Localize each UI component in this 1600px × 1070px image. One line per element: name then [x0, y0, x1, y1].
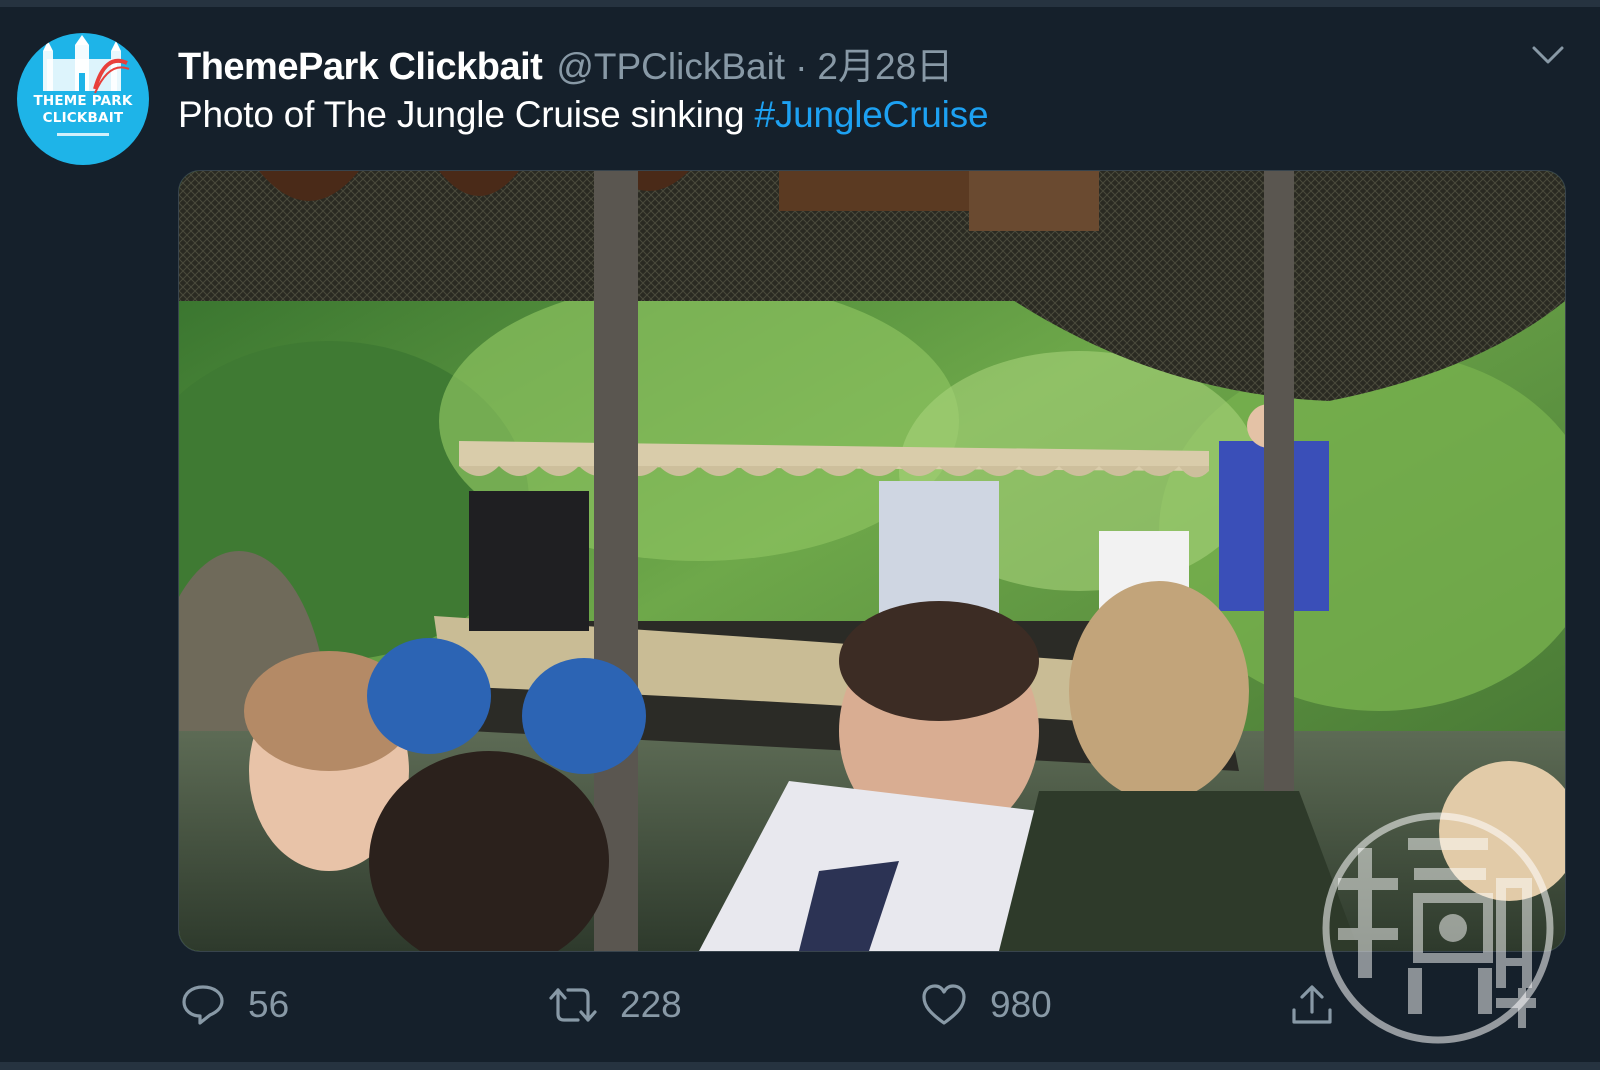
mirror-media-watermark-logo [1318, 808, 1558, 1048]
like-count: 980 [990, 984, 1052, 1025]
reply-count: 56 [248, 984, 290, 1025]
retweet-button[interactable]: 228 [548, 970, 682, 1040]
tweet-date[interactable]: 2月28日 [817, 36, 953, 90]
retweet-icon [549, 988, 597, 1022]
hashtag-link[interactable]: #JungleCruise [754, 94, 988, 135]
avatar[interactable]: THEME PARK CLICKBAIT [17, 33, 149, 165]
like-icon [922, 984, 966, 1025]
separator-dot: · [795, 46, 808, 87]
tweet-header: ThemePark Clickbait @TPClickBait · 2月28日 [178, 36, 953, 89]
retweet-count: 228 [620, 984, 682, 1025]
reply-icon [182, 985, 224, 1025]
avatar-label-line2: CLICKBAIT [42, 110, 124, 126]
like-button[interactable]: 980 [920, 970, 1052, 1040]
display-name[interactable]: ThemePark Clickbait [178, 46, 543, 89]
user-handle[interactable]: @TPClickBait [556, 46, 785, 88]
avatar-label-line1: THEME PARK [33, 93, 133, 109]
chevron-down-icon[interactable] [1528, 40, 1568, 70]
bottom-divider [0, 1062, 1600, 1070]
reply-button[interactable]: 56 [180, 970, 289, 1040]
tweet-body: Photo of The Jungle Cruise sinking [178, 94, 755, 135]
tweet-card[interactable]: THEME PARK CLICKBAIT ThemePark Clickbait… [0, 0, 1600, 1070]
tweet-text: Photo of The Jungle Cruise sinking #Jung… [178, 94, 989, 136]
